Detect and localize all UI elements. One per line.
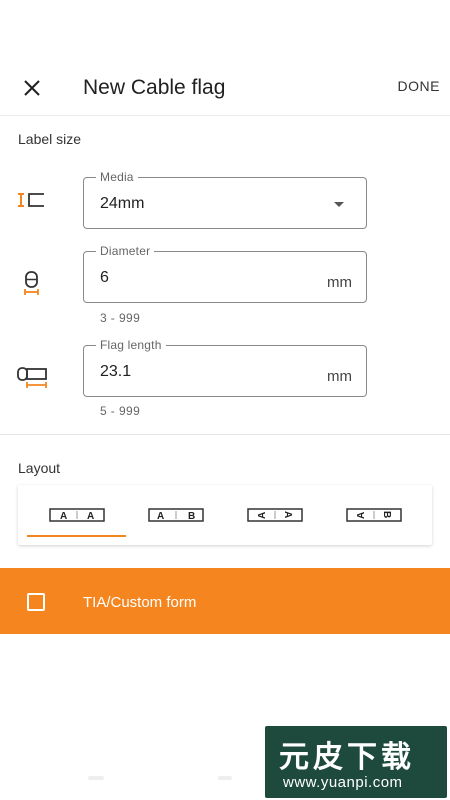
watermark-logo: 元皮下载 www.yuanpi.com xyxy=(265,726,447,798)
layout-option-rotated-a-b[interactable]: A B xyxy=(324,485,424,545)
flag-length-value: 23.1 xyxy=(100,363,132,380)
app-bar: New Cable flag DONE xyxy=(0,60,450,116)
selected-layout-indicator xyxy=(27,535,126,537)
layout-2-right: B xyxy=(188,511,195,522)
layout-4-right: B xyxy=(381,511,392,518)
layout-1-right: A xyxy=(87,511,94,522)
diameter-label: Diameter xyxy=(96,244,155,258)
close-icon xyxy=(24,80,40,96)
checkbox-icon[interactable] xyxy=(27,593,45,611)
flag-length-label: Flag length xyxy=(96,338,166,352)
layout-heading: Layout xyxy=(18,460,61,476)
diameter-field[interactable]: Diameter 6 mm xyxy=(83,244,367,303)
watermark-brand: 元皮下载 xyxy=(279,740,415,775)
tia-custom-form-label: TIA/Custom form xyxy=(83,594,197,611)
diameter-unit: mm xyxy=(327,274,352,291)
diameter-value: 6 xyxy=(100,269,109,286)
page-title: New Cable flag xyxy=(83,76,226,99)
nav-hint-center xyxy=(218,776,232,780)
close-button[interactable] xyxy=(18,74,46,102)
flag-length-unit: mm xyxy=(327,368,352,385)
cable-diameter-icon xyxy=(14,268,50,298)
flag-length-icon xyxy=(14,362,50,392)
diameter-helper: 3 - 999 xyxy=(100,311,141,325)
layout-selector: A A A B A A A B xyxy=(18,485,432,545)
label-size-heading: Label size xyxy=(18,131,82,147)
flag-length-field[interactable]: Flag length 23.1 mm xyxy=(83,338,367,397)
tia-custom-form-row[interactable]: TIA/Custom form xyxy=(0,568,450,634)
layout-option-a-b[interactable]: A B xyxy=(126,485,226,545)
layout-1-left: A xyxy=(60,511,67,522)
section-divider xyxy=(0,434,450,435)
nav-hint-left xyxy=(88,776,104,780)
layout-3-left: A xyxy=(257,512,268,519)
watermark-url: www.yuanpi.com xyxy=(283,774,403,791)
done-button[interactable]: DONE xyxy=(398,78,440,94)
dropdown-caret-icon xyxy=(334,202,344,207)
layout-option-rotated-a-a[interactable]: A A xyxy=(225,485,325,545)
layout-3-right: A xyxy=(282,511,293,518)
layout-4-left: A xyxy=(356,512,367,519)
media-label: Media xyxy=(96,170,138,184)
media-value: 24mm xyxy=(100,195,145,212)
flag-length-helper: 5 - 999 xyxy=(100,404,141,418)
media-width-icon xyxy=(14,188,50,218)
media-select[interactable]: Media 24mm xyxy=(83,170,367,229)
layout-2-left: A xyxy=(157,511,164,522)
